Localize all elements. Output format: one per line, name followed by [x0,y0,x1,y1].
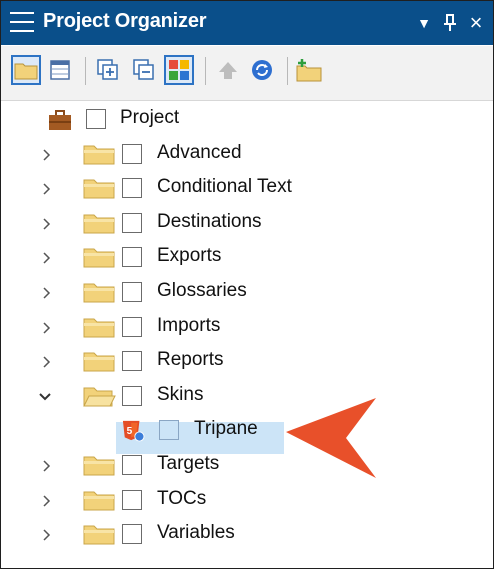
callout-arrow-shape [286,398,376,478]
callout-arrow [286,398,376,478]
